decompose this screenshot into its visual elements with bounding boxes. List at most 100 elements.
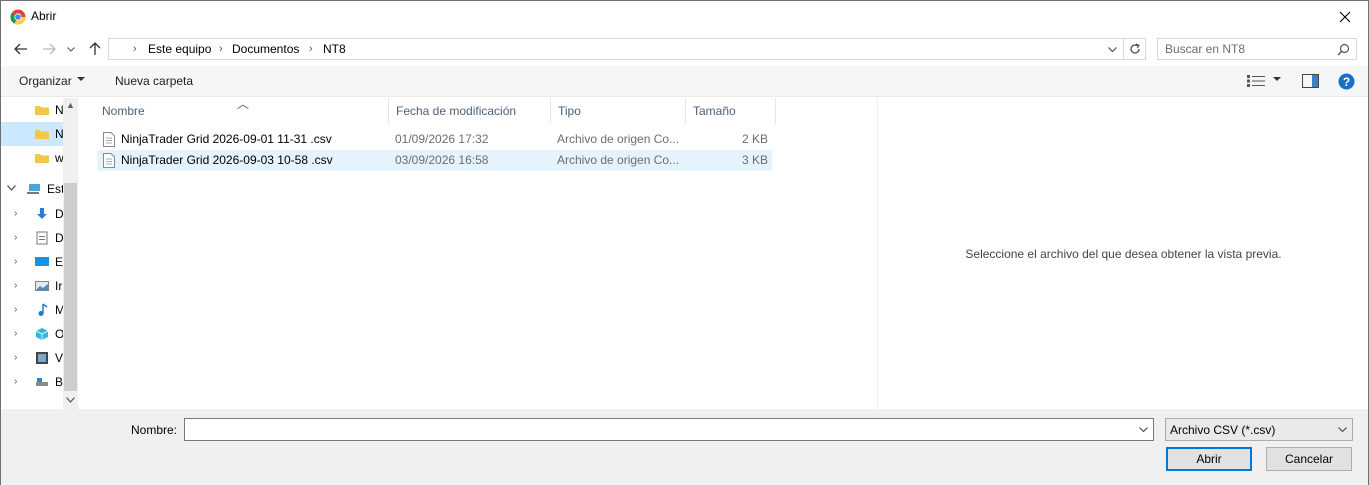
file-size: 3 KB <box>741 153 768 167</box>
preview-pane-icon[interactable] <box>1302 74 1319 88</box>
file-date: 01/09/2026 17:32 <box>395 132 489 146</box>
videos-icon <box>36 352 48 364</box>
address-history-button[interactable] <box>1104 39 1120 59</box>
new-folder-button[interactable]: Nueva carpeta <box>115 74 193 88</box>
arrow-left-icon <box>14 43 27 55</box>
navigation-pane: N N w Est › D › D › E › Ir › M › O › V ›… <box>1 98 78 409</box>
svg-text:?: ? <box>1343 75 1350 89</box>
scrollbar-thumb[interactable] <box>64 183 77 391</box>
nav-item-3d-objects[interactable]: › O <box>1 322 64 346</box>
nav-item-pictures[interactable]: › Ir <box>1 274 63 298</box>
forward-button[interactable] <box>38 39 60 59</box>
caret-down-icon <box>77 77 85 81</box>
downloads-icon <box>37 208 47 219</box>
search-icon <box>1337 43 1350 56</box>
chevron-down-icon <box>67 46 75 52</box>
chevron-right-icon: › <box>14 232 18 243</box>
file-row[interactable]: NinjaTrader Grid 2026-09-01 11-31 .csv 0… <box>97 129 772 150</box>
file-name: NinjaTrader Grid 2026-09-01 11-31 .csv <box>121 132 332 146</box>
breadcrumb-this-pc[interactable]: Este equipo <box>148 42 211 56</box>
scroll-down-icon[interactable] <box>66 397 75 403</box>
chevron-right-icon: › <box>14 304 18 315</box>
music-icon <box>38 303 48 316</box>
file-name-input[interactable] <box>189 422 1129 437</box>
recent-locations-button[interactable] <box>63 39 79 59</box>
chevron-right-icon: › <box>14 256 18 267</box>
column-header-size[interactable]: Tamaño <box>686 98 776 124</box>
cancel-button[interactable]: Cancelar <box>1266 447 1352 471</box>
nav-item-folder-selected[interactable]: N <box>1 122 64 146</box>
refresh-button[interactable] <box>1123 39 1145 59</box>
chevron-down-icon <box>1338 427 1347 432</box>
column-header-name[interactable]: Nombre ︿ <box>95 97 389 124</box>
folder-icon <box>35 106 49 115</box>
command-bar: Organizar Nueva carpeta ? <box>1 66 1368 97</box>
breadcrumb-separator: › <box>133 43 137 55</box>
nav-item-videos[interactable]: › V <box>1 346 63 370</box>
close-button[interactable] <box>1322 1 1368 32</box>
3d-objects-icon <box>35 328 49 340</box>
arrow-right-icon <box>43 43 56 55</box>
nav-item-desktop[interactable]: › E <box>1 250 63 274</box>
up-button[interactable] <box>84 39 106 59</box>
file-size: 2 KB <box>741 132 768 146</box>
nav-item-folder[interactable]: w <box>1 146 64 170</box>
preview-pane: Seleccione el archivo del que desea obte… <box>877 98 1368 409</box>
csv-file-icon <box>103 153 115 168</box>
breadcrumb-separator: › <box>309 43 313 55</box>
nav-item-drive[interactable]: › B <box>1 370 63 394</box>
view-details-icon[interactable] <box>1247 75 1265 87</box>
column-header-date[interactable]: Fecha de modificación <box>389 98 551 124</box>
file-type-select[interactable]: Archivo CSV (*.csv) <box>1165 418 1353 441</box>
scroll-up-icon[interactable]: ▲ <box>66 100 75 110</box>
nav-item-this-pc[interactable]: Est <box>1 177 64 201</box>
arrow-up-icon <box>89 42 101 55</box>
documents-icon <box>36 231 48 245</box>
view-options-caret-icon[interactable] <box>1273 77 1281 81</box>
window-title: Abrir <box>31 9 57 23</box>
column-header-type[interactable]: Tipo <box>551 98 686 124</box>
chevron-right-icon: › <box>14 352 18 363</box>
address-bar[interactable]: › Este equipo › Documentos › NT8 <box>108 38 1146 60</box>
computer-icon <box>27 184 40 194</box>
file-list: Nombre ︿ Fecha de modificación Tipo Tama… <box>79 97 877 409</box>
file-type: Archivo de origen Co... <box>557 132 680 146</box>
chevron-right-icon: › <box>14 280 18 291</box>
search-input[interactable] <box>1165 41 1330 57</box>
back-button[interactable] <box>10 39 32 59</box>
open-file-dialog: Abrir › Este equipo › Documentos › NT8 B… <box>0 0 1369 485</box>
nav-item-folder[interactable]: N <box>1 98 64 122</box>
chrome-icon <box>10 9 26 25</box>
pictures-icon <box>35 281 49 291</box>
chevron-right-icon: › <box>14 208 18 219</box>
folder-icon <box>35 130 49 139</box>
chevron-down-icon <box>1107 46 1117 52</box>
breadcrumb-documents[interactable]: Documentos <box>232 42 299 56</box>
nav-item-downloads[interactable]: › D <box>1 202 64 226</box>
csv-file-icon <box>103 132 115 147</box>
chevron-down-icon <box>1138 427 1148 432</box>
breadcrumb-nt8[interactable]: NT8 <box>323 42 346 56</box>
file-name-label: Nombre: <box>131 423 178 437</box>
nav-item-documents[interactable]: › D <box>1 226 64 250</box>
chevron-right-icon: › <box>14 328 18 339</box>
nav-item-music[interactable]: › M <box>1 298 65 322</box>
chevron-down-icon <box>7 185 16 191</box>
open-button[interactable]: Abrir <box>1166 447 1252 471</box>
file-name-dropdown-button[interactable] <box>1136 422 1150 437</box>
desktop-icon <box>35 257 49 266</box>
nav-scrollbar[interactable]: ▲ <box>63 98 78 409</box>
drive-icon <box>36 378 48 386</box>
breadcrumb-separator: › <box>219 43 223 55</box>
file-row-selected[interactable]: NinjaTrader Grid 2026-09-03 10-58 .csv 0… <box>97 150 772 171</box>
file-type: Archivo de origen Co... <box>557 153 680 167</box>
search-box[interactable] <box>1157 38 1357 60</box>
refresh-icon <box>1129 43 1140 54</box>
organize-button[interactable]: Organizar <box>19 74 72 88</box>
file-name-combobox[interactable] <box>184 418 1154 441</box>
file-date: 03/09/2026 16:58 <box>395 153 489 167</box>
help-icon[interactable]: ? <box>1338 73 1355 90</box>
title-bar: Abrir <box>1 1 1368 32</box>
preview-message: Seleccione el archivo del que desea obte… <box>965 247 1282 261</box>
chevron-right-icon: › <box>14 376 18 387</box>
